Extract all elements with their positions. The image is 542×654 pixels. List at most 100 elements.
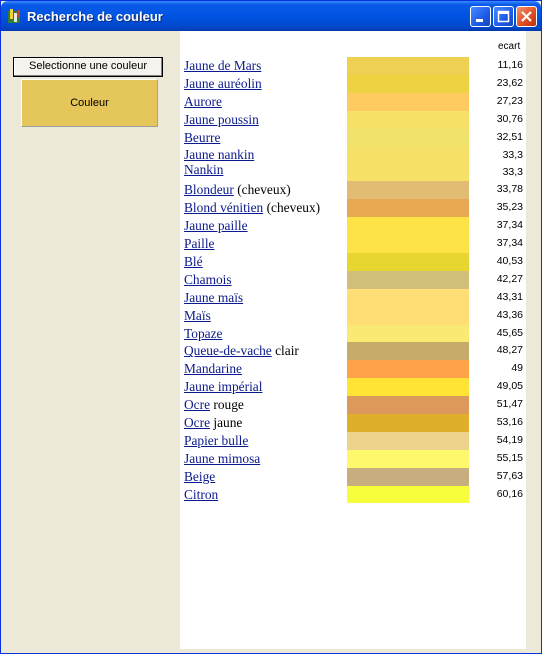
- color-name: Jaune maïs: [184, 289, 243, 307]
- color-swatch: [347, 235, 469, 254]
- title-bar[interactable]: Recherche de couleur: [1, 1, 541, 31]
- color-link[interactable]: Queue-de-vache: [184, 343, 272, 358]
- color-swatch: [347, 57, 469, 75]
- color-link[interactable]: Maïs: [184, 308, 211, 323]
- color-link[interactable]: Jaune de Mars: [184, 58, 261, 73]
- color-swatch: [347, 288, 469, 307]
- color-name: Jaune mimosa: [184, 450, 260, 468]
- color-name: Blé: [184, 253, 203, 271]
- color-name: Jaune poussin: [184, 111, 259, 129]
- ecart-value: 27,23: [496, 94, 523, 107]
- table-row: Jaune auréolin 23,62: [180, 74, 526, 93]
- ecart-value: 42,27: [496, 272, 523, 285]
- minimize-button[interactable]: [470, 6, 491, 27]
- color-link[interactable]: Jaune nankin: [184, 147, 254, 162]
- client-area: Selectionne une couleur Couleur ecart Ja…: [5, 31, 537, 649]
- table-row: Topaze 45,65: [180, 324, 526, 343]
- color-link[interactable]: Blé: [184, 254, 203, 269]
- color-name: Mandarine: [184, 360, 242, 378]
- table-row: Beige 57,63: [180, 467, 526, 486]
- table-row: Chamois 42,27: [180, 270, 526, 289]
- close-icon: [521, 11, 532, 22]
- color-link[interactable]: Jaune mimosa: [184, 451, 260, 466]
- color-link[interactable]: Blond vénitien: [184, 200, 263, 215]
- color-swatch: [347, 92, 469, 111]
- maximize-button[interactable]: [493, 6, 514, 27]
- color-swatch: [347, 485, 469, 504]
- table-row: Jaune paille 37,34: [180, 217, 526, 236]
- ecart-column-header: ecart: [498, 41, 521, 52]
- table-row: Paille 37,34: [180, 235, 526, 254]
- color-link[interactable]: Chamois: [184, 272, 232, 287]
- table-row: Ocre jaune 53,16: [180, 414, 526, 432]
- ecart-value: 49: [511, 362, 523, 375]
- table-row: Citron 60,16: [180, 485, 526, 504]
- ecart-value: 32,51: [496, 130, 523, 143]
- color-link[interactable]: Aurore: [184, 94, 222, 109]
- color-name-suffix: (cheveux): [263, 200, 321, 216]
- color-link[interactable]: Topaze: [184, 326, 222, 341]
- color-name: Paille: [184, 235, 215, 253]
- ecart-value: 55,15: [496, 451, 523, 464]
- color-name: Ocre jaune: [184, 414, 242, 432]
- color-link[interactable]: Jaune maïs: [184, 290, 243, 305]
- color-swatch: [347, 253, 469, 271]
- maximize-icon: [497, 10, 510, 23]
- color-name-suffix: (cheveux): [233, 182, 291, 198]
- ecart-value: 60,16: [496, 487, 523, 500]
- color-swatch: [347, 128, 469, 147]
- ecart-value: 54,19: [496, 433, 523, 446]
- table-row: Queue-de-vache clair 48,27: [180, 342, 526, 361]
- color-link[interactable]: Jaune impérial: [184, 379, 262, 394]
- color-link[interactable]: Ocre: [184, 415, 210, 430]
- color-swatch: [347, 217, 469, 236]
- ecart-value: 37,34: [496, 237, 523, 250]
- color-swatch: [347, 396, 469, 415]
- color-swatch: [347, 199, 469, 218]
- select-color-button[interactable]: Selectionne une couleur: [13, 57, 163, 77]
- ecart-value: 33,3: [502, 166, 523, 179]
- color-name-suffix: rouge: [210, 397, 244, 413]
- color-link[interactable]: Citron: [184, 487, 218, 502]
- color-link[interactable]: Nankin: [184, 162, 223, 177]
- ecart-value: 23,62: [496, 76, 523, 89]
- color-link[interactable]: Jaune paille: [184, 218, 248, 233]
- ecart-value: 49,05: [496, 380, 523, 393]
- color-link[interactable]: Mandarine: [184, 361, 242, 376]
- ecart-value: 37,34: [496, 219, 523, 232]
- color-name: Citron: [184, 486, 218, 504]
- window-title: Recherche de couleur: [27, 9, 163, 24]
- ecart-value: 51,47: [496, 398, 523, 411]
- color-name: Beige: [184, 468, 215, 486]
- table-row: Blé 40,53: [180, 253, 526, 271]
- color-name: Jaune de Mars: [184, 57, 261, 75]
- color-name: Chamois: [184, 271, 232, 289]
- color-link[interactable]: Blondeur: [184, 182, 234, 197]
- table-row: Papier bulle 54,19: [180, 431, 526, 450]
- color-swatch: [347, 324, 469, 343]
- table-row: Jaune poussin 30,76: [180, 110, 526, 129]
- app-window: Recherche de couleur Selectionne une cou…: [0, 0, 542, 654]
- color-link[interactable]: Paille: [184, 236, 215, 251]
- table-row: Jaune impérial 49,05: [180, 378, 526, 397]
- color-link[interactable]: Ocre: [184, 397, 210, 412]
- ecart-value: 45,65: [496, 326, 523, 339]
- color-link[interactable]: Jaune auréolin: [184, 76, 262, 91]
- table-row: Jaune maïs 43,31: [180, 288, 526, 307]
- color-swatch: [347, 467, 469, 486]
- color-name: Queue-de-vache clair: [184, 342, 299, 360]
- color-name: Topaze: [184, 325, 222, 343]
- color-link[interactable]: Papier bulle: [184, 433, 248, 448]
- ecart-value: 48,27: [496, 344, 523, 357]
- color-name: Jaune paille: [184, 217, 248, 235]
- ecart-value: 30,76: [496, 112, 523, 125]
- table-row: Mandarine 49: [180, 360, 526, 379]
- color-link[interactable]: Beige: [184, 469, 215, 484]
- table-row: Blond vénitien (cheveux) 35,23: [180, 199, 526, 218]
- color-link[interactable]: Beurre: [184, 130, 220, 145]
- close-button[interactable]: [516, 6, 537, 27]
- color-name: Aurore: [184, 93, 222, 111]
- color-swatch: [347, 431, 469, 450]
- ecart-value: 33,78: [496, 183, 523, 196]
- color-link[interactable]: Jaune poussin: [184, 112, 259, 127]
